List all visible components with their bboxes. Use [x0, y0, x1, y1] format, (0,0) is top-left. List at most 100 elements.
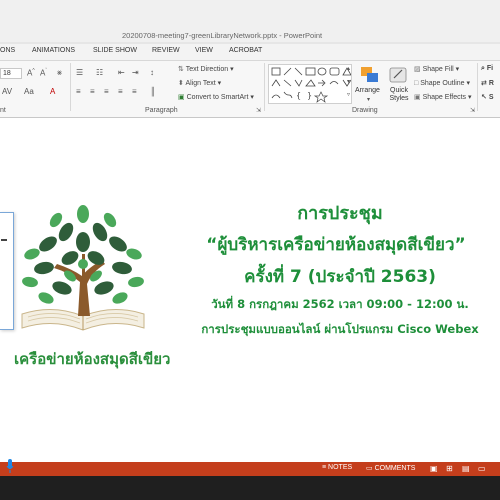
numbering-icon[interactable]: ☷	[96, 68, 103, 77]
tab-animations[interactable]: ANIMATIONS	[32, 47, 75, 54]
font-group-label: nt	[0, 107, 6, 114]
paint-bucket-icon: ▨	[414, 66, 421, 73]
dialog-launcher-icon[interactable]: ⇲	[470, 107, 475, 114]
normal-view-icon[interactable]: ▣	[430, 464, 438, 473]
tab-acrobat[interactable]: ACROBAT	[229, 47, 262, 54]
convert-smartart-button[interactable]: ▣ Convert to SmartArt ▾	[178, 93, 254, 101]
title-bar: 20200708-meeting7-greenLibraryNetwork.pp…	[0, 0, 500, 42]
chevron-down-icon: ▾	[466, 80, 471, 87]
tab-view[interactable]: VIEW	[195, 47, 213, 54]
replace-button[interactable]: ⇄ R	[481, 79, 494, 87]
microphone-icon[interactable]	[6, 458, 14, 474]
tab-slide-show[interactable]: SLIDE SHOW	[93, 47, 137, 54]
notes-icon: ≡	[322, 464, 327, 471]
justify-low-icon[interactable]: ≡	[132, 87, 137, 96]
chevron-down-icon: ▾	[230, 66, 234, 73]
select-label: S	[488, 94, 494, 101]
align-text-label: Align Text	[185, 80, 216, 87]
convert-smartart-label: Convert to SmartArt	[186, 94, 249, 101]
gallery-more-icon[interactable]: ▿	[347, 91, 350, 98]
dialog-launcher-icon[interactable]: ⇲	[256, 107, 261, 114]
slide-line-4: วันที่ 8 กรกฎาคม 2562 เวลา 09:00 - 12:00…	[211, 297, 469, 311]
decrease-indent-icon[interactable]: ⇤	[118, 68, 125, 77]
font-color-icon[interactable]: A	[50, 87, 55, 96]
paragraph-group-label: Paragraph	[145, 107, 178, 114]
replace-icon: ⇄	[481, 80, 487, 87]
chevron-down-icon: ▾	[250, 94, 254, 101]
slide-line-5: การประชุมแบบออนไลน์ ผ่านโปรแกรม Cisco We…	[201, 322, 479, 336]
arrange-label: Arrange	[355, 87, 380, 94]
text-direction-button[interactable]: ⇅ Text Direction ▾	[178, 65, 234, 73]
slideshow-icon[interactable]: ▭	[478, 464, 486, 473]
shapes-gallery[interactable]: { } ▴ ▾ ▿	[268, 64, 352, 104]
line-spacing-icon[interactable]: ↕	[150, 68, 154, 77]
change-case-icon[interactable]: Aa	[24, 87, 34, 96]
shape-effects-label: Shape Effects	[422, 94, 467, 101]
tab-review[interactable]: REVIEW	[152, 47, 180, 54]
quick-styles-button[interactable]: Quick Styles	[384, 64, 412, 106]
gallery-scroll-down-icon[interactable]: ▾	[347, 78, 350, 85]
reading-view-icon[interactable]: ▤	[462, 464, 470, 473]
font-size-value: 18	[3, 70, 11, 77]
ribbon-separator	[70, 63, 71, 111]
quick-styles-label: Quick Styles	[389, 87, 409, 102]
increase-indent-icon[interactable]: ⇥	[132, 68, 139, 77]
shape-fill-button[interactable]: ▨ Shape Fill ▾	[414, 65, 459, 73]
pen-icon: □	[414, 80, 419, 87]
grow-font-icon[interactable]: A^	[27, 68, 35, 78]
slide-line-2: “ผู้บริหารเครือข่ายห้องสมุดสีเขียว”	[206, 235, 466, 255]
clear-format-icon[interactable]: ⨳	[57, 68, 62, 78]
ribbon-separator	[477, 63, 478, 111]
char-spacing-icon[interactable]: AV	[2, 87, 12, 96]
svg-text:}: }	[307, 91, 312, 100]
comment-icon: ▭	[366, 465, 373, 472]
shape-fill-label: Shape Fill	[422, 66, 454, 73]
notes-label: NOTES	[328, 464, 353, 471]
find-label: Fi	[486, 65, 494, 72]
document-title: 20200708-meeting7-greenLibraryNetwork.pp…	[122, 31, 323, 40]
slide-sorter-icon[interactable]: ⊞	[446, 464, 453, 473]
justify-icon[interactable]: ≡	[118, 87, 123, 96]
chevron-down-icon: ▾	[367, 97, 371, 103]
binoculars-icon: ⌕	[481, 65, 485, 72]
text-direction-icon: ⇅	[178, 66, 184, 73]
align-text-button[interactable]: ⬍ Align Text ▾	[178, 79, 221, 87]
font-size-box[interactable]: 18	[0, 68, 22, 79]
align-left-icon[interactable]: ≡	[76, 87, 81, 96]
shapes-gallery-icons: { }	[271, 67, 351, 103]
arrange-icon	[361, 67, 378, 82]
select-button[interactable]: ↖ S	[481, 93, 494, 101]
arrange-button[interactable]: Arrange ▾	[355, 64, 385, 106]
drawing-group-label: Drawing	[352, 107, 378, 114]
slide-canvas[interactable]: เครือข่ายห้องสมุดสีเขียว การประชุม “ผู้บ…	[0, 118, 500, 462]
align-text-icon: ⬍	[178, 80, 184, 87]
text-direction-label: Text Direction	[185, 66, 229, 73]
find-button[interactable]: ⌕ Fi	[481, 65, 493, 73]
chevron-down-icon: ▾	[455, 66, 460, 73]
minimize-icon[interactable]	[1, 239, 7, 241]
notes-button[interactable]: ≡ NOTES	[322, 464, 352, 471]
comments-button[interactable]: ▭ COMMENTS	[366, 464, 415, 472]
tab-transitions[interactable]: ONS	[0, 47, 15, 54]
columns-icon[interactable]: ║	[150, 87, 156, 96]
gallery-scroll-up-icon[interactable]: ▴	[347, 65, 350, 72]
green-library-tree-logo	[21, 205, 145, 331]
slide-line-3: ครั้งที่ 7 (ประจำปี 2563)	[244, 267, 436, 287]
shape-effects-button[interactable]: ▣ Shape Effects ▾	[414, 93, 472, 101]
effects-icon: ▣	[414, 94, 421, 101]
shape-outline-button[interactable]: □ Shape Outline ▾	[414, 79, 470, 87]
status-bar: ≡ NOTES ▭ COMMENTS ▣ ⊞ ▤ ▭	[0, 462, 500, 476]
align-center-icon[interactable]: ≡	[90, 87, 95, 96]
comments-label: COMMENTS	[374, 465, 416, 472]
logo-caption: เครือข่ายห้องสมุดสีเขียว	[14, 350, 171, 368]
chevron-down-icon: ▾	[468, 94, 472, 101]
floating-panel[interactable]	[0, 212, 14, 330]
slide-line-1: การประชุม	[297, 203, 383, 224]
quick-styles-icon	[389, 67, 407, 83]
align-right-icon[interactable]: ≡	[104, 87, 109, 96]
taskbar	[0, 476, 500, 500]
ribbon: 18 A^ Aˇ ⨳ AV Aa A nt ☰ ☷ ⇤ ⇥ ↕ ≡ ≡ ≡ ≡ …	[0, 60, 500, 118]
bullets-icon[interactable]: ☰	[76, 68, 83, 77]
shrink-font-icon[interactable]: Aˇ	[40, 68, 47, 78]
smartart-icon: ▣	[178, 94, 185, 101]
